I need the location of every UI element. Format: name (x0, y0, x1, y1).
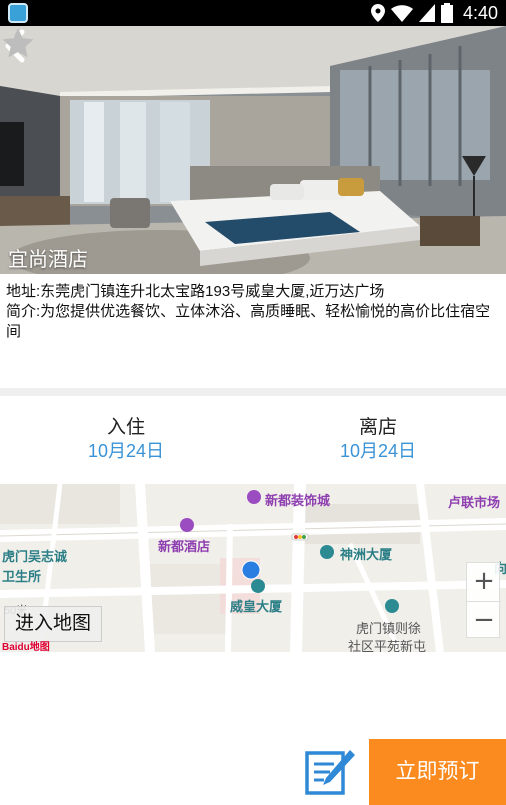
hotel-detail-page: 4:40 宜尚酒店 地址:东莞虎门镇连升北太宝路193号威皇大厦,近万达广场 简… (0, 0, 506, 805)
status-time: 4:40 (462, 2, 498, 23)
zoom-in-button[interactable]: + (467, 563, 501, 601)
map-label-clinic: 卫生所 (2, 569, 42, 584)
checkin-label: 入住 (106, 417, 145, 438)
checkin-value: 10月24日 (87, 441, 165, 461)
zoom-out-button[interactable]: − (467, 601, 501, 639)
checkout-date-picker[interactable]: 离店 10月24日 (298, 416, 458, 462)
checkout-value: 10月24日 (339, 441, 417, 461)
checkout-label: 离店 (358, 417, 397, 438)
location-map[interactable]: 新都装饰城 卢联市场 新都酒店 虎门吴志诚 卫生所 神洲大厦 威皇大厦 虎门镇则… (0, 484, 506, 652)
battery-icon (440, 3, 453, 23)
app-notification-icon (8, 3, 28, 23)
edit-note-icon[interactable] (304, 748, 356, 798)
hotel-name: 宜尚酒店 (8, 249, 88, 271)
section-divider (0, 388, 506, 396)
hotel-photo: 宜尚酒店 (0, 26, 506, 274)
hotel-address: 地址:东莞虎门镇连升北太宝路193号威皇大厦,近万达广场 (6, 283, 385, 300)
book-now-button[interactable]: 立即预订 (369, 739, 506, 805)
map-label-weihuang: 威皇大厦 (230, 599, 283, 614)
signal-icon (418, 4, 435, 22)
favorite-star-icon[interactable] (0, 26, 36, 62)
map-label-shenzhou: 神洲大厦 (340, 547, 393, 562)
wifi-icon (390, 5, 413, 22)
map-label-pingyuan-1: 虎门镇则徐 (356, 621, 422, 636)
baidu-map-logo: Baidu地图 (2, 642, 50, 652)
map-zoom-controls: + − (466, 562, 501, 639)
map-label-xindu-mall: 新都装饰城 (265, 493, 331, 508)
hotel-room-image (0, 26, 506, 274)
status-icons: 4:40 (370, 0, 498, 26)
map-label-pingyuan-2: 社区平苑新屯 (348, 639, 427, 652)
map-label-xindu-hotel: 新都酒店 (158, 539, 211, 554)
map-label-humen-wu: 虎门吴志诚 (2, 549, 68, 564)
status-bar: 4:40 (0, 0, 506, 26)
hotel-info: 地址:东莞虎门镇连升北太宝路193号威皇大厦,近万达广场 简介:为您提供优选餐饮… (0, 274, 506, 388)
map-label-lulian-market: 卢联市场 (448, 495, 501, 510)
location-icon (370, 4, 385, 22)
enter-map-button[interactable]: 进入地图 (4, 606, 102, 642)
checkin-date-picker[interactable]: 入住 10月24日 (46, 416, 206, 462)
hotel-intro: 简介:为您提供优选餐饮、立体沐浴、高质睡眠、轻松愉悦的高价比住宿空间 (6, 303, 491, 340)
stay-dates: 入住 10月24日 离店 10月24日 (0, 396, 506, 484)
